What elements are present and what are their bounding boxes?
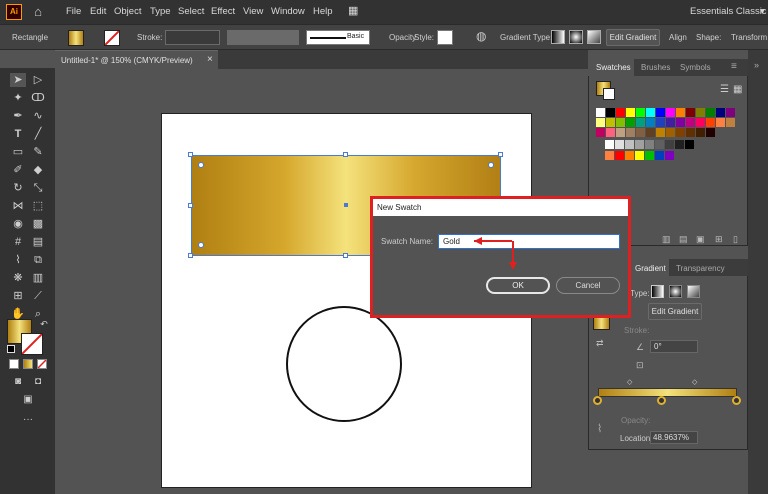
arrow-head	[509, 262, 517, 270]
arrow-head	[474, 237, 482, 245]
annotation-arrows	[474, 237, 517, 270]
